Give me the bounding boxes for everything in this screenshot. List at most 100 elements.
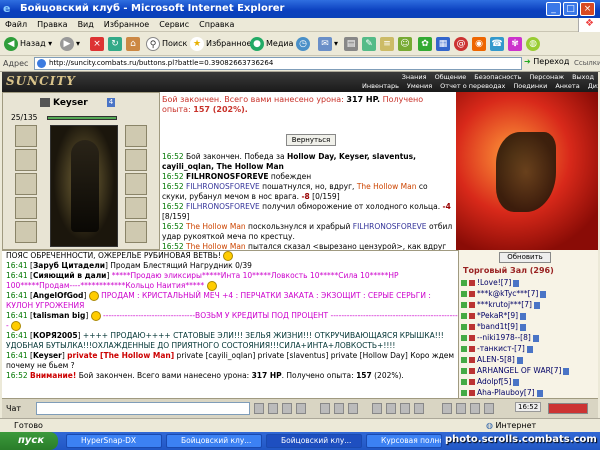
menu-bar: Файл Правка Вид Избранное Сервис Справка <box>0 18 600 32</box>
tool-button-4[interactable]: ☎ <box>490 36 506 52</box>
back-button[interactable]: ◀ Назад ▾ <box>4 36 52 52</box>
chat-option-button-3[interactable] <box>400 403 410 414</box>
favorites-button[interactable]: ★ Избранное <box>190 36 251 52</box>
nav-exit[interactable]: Выход <box>572 73 594 81</box>
icq-button[interactable]: ✿ <box>418 36 434 52</box>
tool-button-3[interactable]: ◉ <box>472 36 488 52</box>
task-combats-1[interactable]: Бойцовский клу... <box>166 434 262 448</box>
chat-input[interactable] <box>36 402 250 415</box>
media-button[interactable]: ● Медиа <box>250 36 293 52</box>
chat-label: Чат <box>6 404 22 413</box>
mail-button[interactable]: ✉ ▾ <box>318 36 338 52</box>
smiles-button[interactable] <box>282 403 292 414</box>
battle-log-line: 16:52 FILHRONOSFOREVE побежден <box>162 172 312 181</box>
minimize-button[interactable]: _ <box>546 2 561 16</box>
user-list-item[interactable]: ***k@kTyc***[7] <box>461 288 597 299</box>
edit-button[interactable]: ✎ <box>362 36 378 52</box>
helmet-slot[interactable] <box>15 125 37 147</box>
shield-slot[interactable] <box>125 197 147 219</box>
chat-option-button-5[interactable] <box>442 403 452 414</box>
nav-knowledge[interactable]: Знания <box>402 73 427 81</box>
chat-option-button-1[interactable] <box>372 403 382 414</box>
user-list-item[interactable]: Adolpf[5] <box>461 376 597 387</box>
boots-slot[interactable] <box>15 221 37 243</box>
discuss-button[interactable]: ≡ <box>380 36 396 52</box>
task-combats-2[interactable]: Бойцовский клу... <box>266 434 362 448</box>
menu-tools[interactable]: Сервис <box>154 18 194 29</box>
nav-character[interactable]: Персонаж <box>529 73 564 81</box>
chat-option-button-6[interactable] <box>456 403 466 414</box>
nav-security[interactable]: Безопасность <box>474 73 521 81</box>
chat-option-button-4[interactable] <box>414 403 424 414</box>
user-list-item[interactable]: ARHANGEL OF WAR[7] <box>461 365 597 376</box>
close-button[interactable]: × <box>580 2 595 16</box>
history-button[interactable]: ◷ <box>296 36 312 52</box>
user-list-item[interactable]: -танкист-[7] <box>461 343 597 354</box>
gloves-slot[interactable] <box>125 149 147 171</box>
refresh-button[interactable]: ↻ <box>108 36 124 52</box>
stop-button[interactable]: × <box>90 36 106 52</box>
user-list-item[interactable]: Aha-Plauboy[7] <box>461 387 597 398</box>
go-button[interactable]: ➜ Переход <box>524 57 569 66</box>
belt-slot[interactable] <box>15 197 37 219</box>
menu-file[interactable]: Файл <box>0 18 32 29</box>
sound-button[interactable] <box>334 403 344 414</box>
menu-favorites[interactable]: Избранное <box>99 18 154 29</box>
armor-slot[interactable] <box>15 173 37 195</box>
clear-button[interactable] <box>268 403 278 414</box>
refresh-users-button[interactable]: Обновить <box>499 252 551 263</box>
earring-slot[interactable] <box>125 125 147 147</box>
links-button[interactable]: Ссылки <box>574 59 600 67</box>
weapon-slot[interactable] <box>15 149 37 171</box>
menu-help[interactable]: Справка <box>194 18 239 29</box>
game-nav: Знания Общение Безопасность Персонаж Выход И… <box>354 73 598 91</box>
address-input[interactable]: http://suncity.combats.ru/buttons.pl?bat… <box>34 57 522 70</box>
menu-edit[interactable]: Правка <box>32 18 72 29</box>
tool-button-1[interactable]: ▦ <box>436 36 452 52</box>
clan-icon <box>469 313 475 319</box>
tool-button-2[interactable]: @ <box>454 36 470 52</box>
nav-transfers[interactable]: Отчет о переводах <box>440 82 505 90</box>
user-list-item[interactable]: ALEN-5[8] <box>461 354 597 365</box>
start-button[interactable]: пуск <box>0 432 58 450</box>
task-hypersnap[interactable]: HyperSnap-DX <box>66 434 162 448</box>
nav-inventory[interactable]: Инвентарь <box>362 82 399 90</box>
search-button[interactable]: ⚲ Поиск <box>146 36 187 52</box>
print-button[interactable]: ▤ <box>344 36 360 52</box>
return-button[interactable]: Вернуться <box>286 134 336 146</box>
chat-message: 16:52 Внимание! Бой закончен. Всего вами… <box>6 371 404 380</box>
chat-option-button-7[interactable] <box>470 403 480 414</box>
menu-view[interactable]: Вид <box>73 18 99 29</box>
nav-skills[interactable]: Умения <box>407 82 432 90</box>
translit-button[interactable] <box>348 403 358 414</box>
user-list-item[interactable]: *band1t[9] <box>461 321 597 332</box>
user-list-item[interactable]: !Love![7] <box>461 277 597 288</box>
chat-time: 16:41 <box>6 331 28 340</box>
chat-time: 16:41 <box>6 291 28 300</box>
home-button[interactable]: ⌂ <box>126 36 142 52</box>
forward-button[interactable]: ▶ ▾ <box>60 36 80 52</box>
nav-design[interactable]: Дизайн <box>588 82 598 90</box>
user-list-item[interactable]: *PekaR*[9] <box>461 310 597 321</box>
character-name[interactable]: Keyser <box>53 98 88 108</box>
log-time: 16:52 <box>162 242 184 250</box>
send-button[interactable] <box>254 403 264 414</box>
chat-option-button-2[interactable] <box>386 403 396 414</box>
messenger-button[interactable]: ☺ <box>398 36 414 52</box>
nav-duels[interactable]: Поединки <box>513 82 547 90</box>
task-coursework[interactable]: Курсовая полно... <box>366 434 442 448</box>
ring-slot[interactable] <box>125 173 147 195</box>
user-list-item[interactable]: --niki1978--[8] <box>461 332 597 343</box>
user-list-item[interactable]: ***krutoj***[7] <box>461 299 597 310</box>
info-icon <box>563 367 570 375</box>
tool-button-6[interactable]: ◍ <box>526 36 542 52</box>
maximize-button[interactable]: □ <box>563 2 578 16</box>
chat-option-button-8[interactable] <box>484 403 494 414</box>
game-logo-button[interactable] <box>548 403 588 414</box>
legs-slot[interactable] <box>125 221 147 243</box>
filter-button[interactable] <box>296 403 306 414</box>
nav-communication[interactable]: Общение <box>435 73 467 81</box>
tool-button-5[interactable]: ✾ <box>508 36 524 52</box>
chat-mode-button[interactable] <box>320 403 330 414</box>
nav-profile[interactable]: Анкета <box>555 82 579 90</box>
